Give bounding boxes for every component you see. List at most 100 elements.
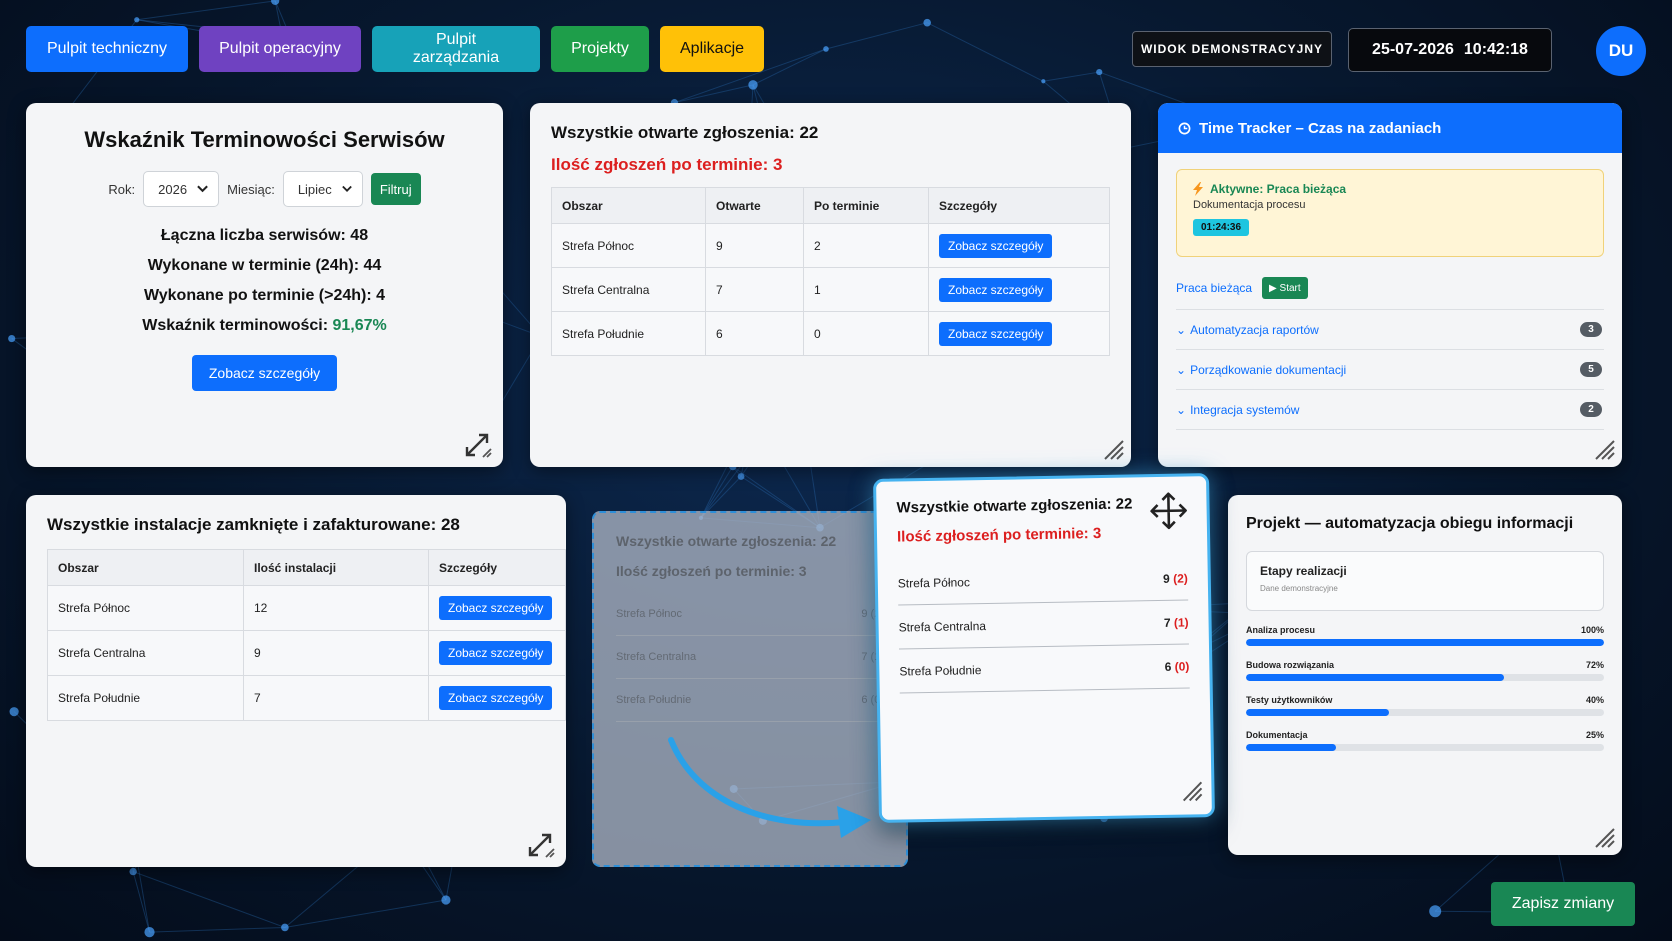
- network-line: [825, 22, 928, 50]
- open-value: 6: [1164, 659, 1172, 674]
- filter-button[interactable]: Filtruj: [370, 173, 421, 205]
- details-button[interactable]: Zobacz szczegóły: [939, 321, 1053, 346]
- total-label: Łączna liczba serwisów:: [160, 227, 351, 244]
- dragged-widget[interactable]: Wszystkie otwarte zgłoszenia: 22 Ilość z…: [873, 473, 1215, 823]
- user-avatar[interactable]: DU: [1596, 26, 1646, 76]
- time-tracker-widget: Time Tracker – Czas na zadaniach Aktywne…: [1158, 103, 1622, 467]
- list-item: Strefa Południe 6 (0): [616, 679, 884, 722]
- total-services: Łączna liczba serwisów: 48: [26, 221, 503, 251]
- late-tickets-title: Ilość zgłoszeń po terminie: 3: [551, 155, 783, 174]
- network-line: [132, 871, 286, 928]
- date-text: 25-07-2026: [1372, 41, 1454, 58]
- details-button[interactable]: Zobacz szczegóły: [439, 686, 553, 710]
- details-button[interactable]: Zobacz szczegóły: [439, 596, 553, 620]
- date-time-display: 25-07-2026 10:42:18: [1348, 28, 1552, 72]
- task-item-porzadkowanie[interactable]: ⌄ Porządkowanie dokumentacji 5: [1176, 350, 1604, 390]
- play-icon: ▶: [1269, 282, 1277, 294]
- save-changes-button[interactable]: Zapisz zmiany: [1491, 882, 1635, 926]
- chevron-down-icon: [197, 185, 208, 193]
- progress-head: Analiza procesu 100%: [1246, 625, 1604, 635]
- current-work-link[interactable]: Praca bieżąca: [1176, 281, 1252, 295]
- task-item-integracja[interactable]: ⌄ Integracja systemów 2: [1176, 390, 1604, 430]
- table-header-row: Obszar Ilość instalacji Szczegóły: [47, 549, 566, 586]
- column-header: Ilość instalacji: [243, 549, 429, 586]
- details-button[interactable]: Zobacz szczegóły: [439, 641, 553, 665]
- nav-button-pulpit-operacyjny[interactable]: Pulpit operacyjny: [199, 26, 361, 72]
- open-tickets-title: Wszystkie otwarte zgłoszenia: 22: [551, 123, 819, 142]
- open-cell: 9: [705, 223, 804, 268]
- network-node: [8, 334, 16, 343]
- table-row: Strefa Południe 6 0 Zobacz szczegóły: [551, 311, 1110, 356]
- resize-handle-icon[interactable]: [1103, 439, 1125, 461]
- task-label: ⌄ Porządkowanie dokumentacji: [1176, 363, 1346, 377]
- open-cell: 6: [705, 311, 804, 356]
- expand-icon[interactable]: [526, 829, 556, 859]
- task-list: ⌄ Automatyzacja raportów 3 ⌄ Porządkowanie…: [1176, 310, 1604, 430]
- network-line: [136, 0, 276, 21]
- nav-button-pulpit-techniczny[interactable]: Pulpit techniczny: [26, 26, 188, 72]
- resize-handle-icon[interactable]: [1181, 780, 1203, 802]
- task-timer: 01:24:36: [1193, 219, 1250, 236]
- action-cell: Zobacz szczegóły: [928, 311, 1110, 356]
- table-row: Strefa Północ 9 2 Zobacz szczegóły: [551, 223, 1110, 268]
- month-label: Miesiąc:: [227, 181, 275, 197]
- details-button[interactable]: Zobacz szczegóły: [939, 233, 1053, 258]
- task-label: ⌄ Automatyzacja raportów: [1176, 323, 1319, 337]
- count-cell: 9: [243, 630, 429, 676]
- network-node: [1041, 79, 1046, 84]
- clock-icon: [1178, 122, 1191, 134]
- list-item: Strefa Centralna 7 (1): [616, 636, 884, 679]
- nav-button-pulpit-zarzadzania[interactable]: Pulpit zarządzania: [372, 26, 540, 72]
- list-item: Strefa Południe 6 (0): [899, 644, 1190, 694]
- table-row: Strefa Południe 7 Zobacz szczegóły: [47, 675, 566, 721]
- area-text: Strefa Północ: [897, 574, 971, 591]
- resize-handle-icon[interactable]: [1594, 827, 1616, 849]
- column-header: Obszar: [47, 549, 244, 586]
- placeholder-title: Wszystkie otwarte zgłoszenia: 22: [616, 533, 837, 549]
- nav-button-projekty[interactable]: Projekty: [551, 26, 649, 72]
- start-button[interactable]: ▶ Start: [1262, 277, 1308, 299]
- list-item: Strefa Północ 9 (2): [897, 556, 1189, 606]
- resize-handle-icon[interactable]: [1594, 439, 1616, 461]
- progress-item: Dokumentacja 25%: [1246, 730, 1604, 751]
- area-text: Strefa Południe: [899, 662, 982, 679]
- task-count-badge: 5: [1580, 362, 1602, 377]
- late-value: 4: [376, 287, 386, 304]
- list-item: Strefa Centralna 7 (1): [898, 600, 1189, 650]
- task-item-automatyzacja[interactable]: ⌄ Automatyzacja raportów 3: [1176, 310, 1604, 350]
- network-line: [132, 871, 151, 933]
- move-icon[interactable]: [1148, 490, 1189, 531]
- installations-title: Wszystkie instalacje zamknięte i zafaktu…: [47, 515, 460, 534]
- progress-item: Budowa rozwiązania 72%: [1246, 660, 1604, 681]
- open-cell: 7: [705, 267, 804, 312]
- network-node: [271, 0, 280, 5]
- progress-bar-fill: [1246, 744, 1336, 751]
- nav-button-aplikacje[interactable]: Aplikacje: [660, 26, 764, 72]
- year-value: 2026: [158, 181, 188, 197]
- network-node: [441, 895, 451, 905]
- stage-progress-list: Analiza procesu 100% Budowa rozwiązania 72%…: [1246, 625, 1604, 751]
- expand-icon[interactable]: [463, 429, 493, 459]
- progress-percent: 25%: [1585, 730, 1604, 740]
- progress-label: Dokumentacja: [1246, 730, 1308, 740]
- area-text: Strefa Południe: [616, 694, 692, 706]
- list-item: Strefa Północ 9 (2): [616, 593, 884, 636]
- timeliness-details-button[interactable]: Zobacz szczegóły: [191, 355, 338, 391]
- late-label: Wykonane po terminie (>24h):: [143, 287, 377, 304]
- stages-box: Etapy realizacji Dane demonstracyjne: [1246, 551, 1604, 611]
- late-value: (2): [1173, 570, 1188, 586]
- timeliness-widget: Wskaźnik Terminowości Serwisów Rok: 2026…: [26, 103, 503, 467]
- area-cell: Strefa Południe: [47, 675, 244, 721]
- details-button[interactable]: Zobacz szczegóły: [939, 277, 1053, 302]
- stages-subtitle: Dane demonstracyjne: [1260, 584, 1338, 593]
- table-header-row: Obszar Otwarte Po terminie Szczegóły: [551, 187, 1110, 224]
- year-select[interactable]: 2026: [143, 171, 220, 207]
- action-cell: Zobacz szczegóły: [428, 630, 566, 676]
- dragged-rows: Strefa Północ 9 (2) Strefa Centralna 7 (…: [897, 556, 1190, 694]
- rate-value: 91,67%: [332, 317, 387, 334]
- installations-widget: Wszystkie instalacje zamknięte i zafaktu…: [26, 495, 566, 867]
- area-cell: Strefa Północ: [551, 223, 706, 268]
- network-line: [149, 926, 285, 933]
- late-cell: 2: [803, 223, 929, 268]
- month-select[interactable]: Lipiec: [282, 171, 363, 207]
